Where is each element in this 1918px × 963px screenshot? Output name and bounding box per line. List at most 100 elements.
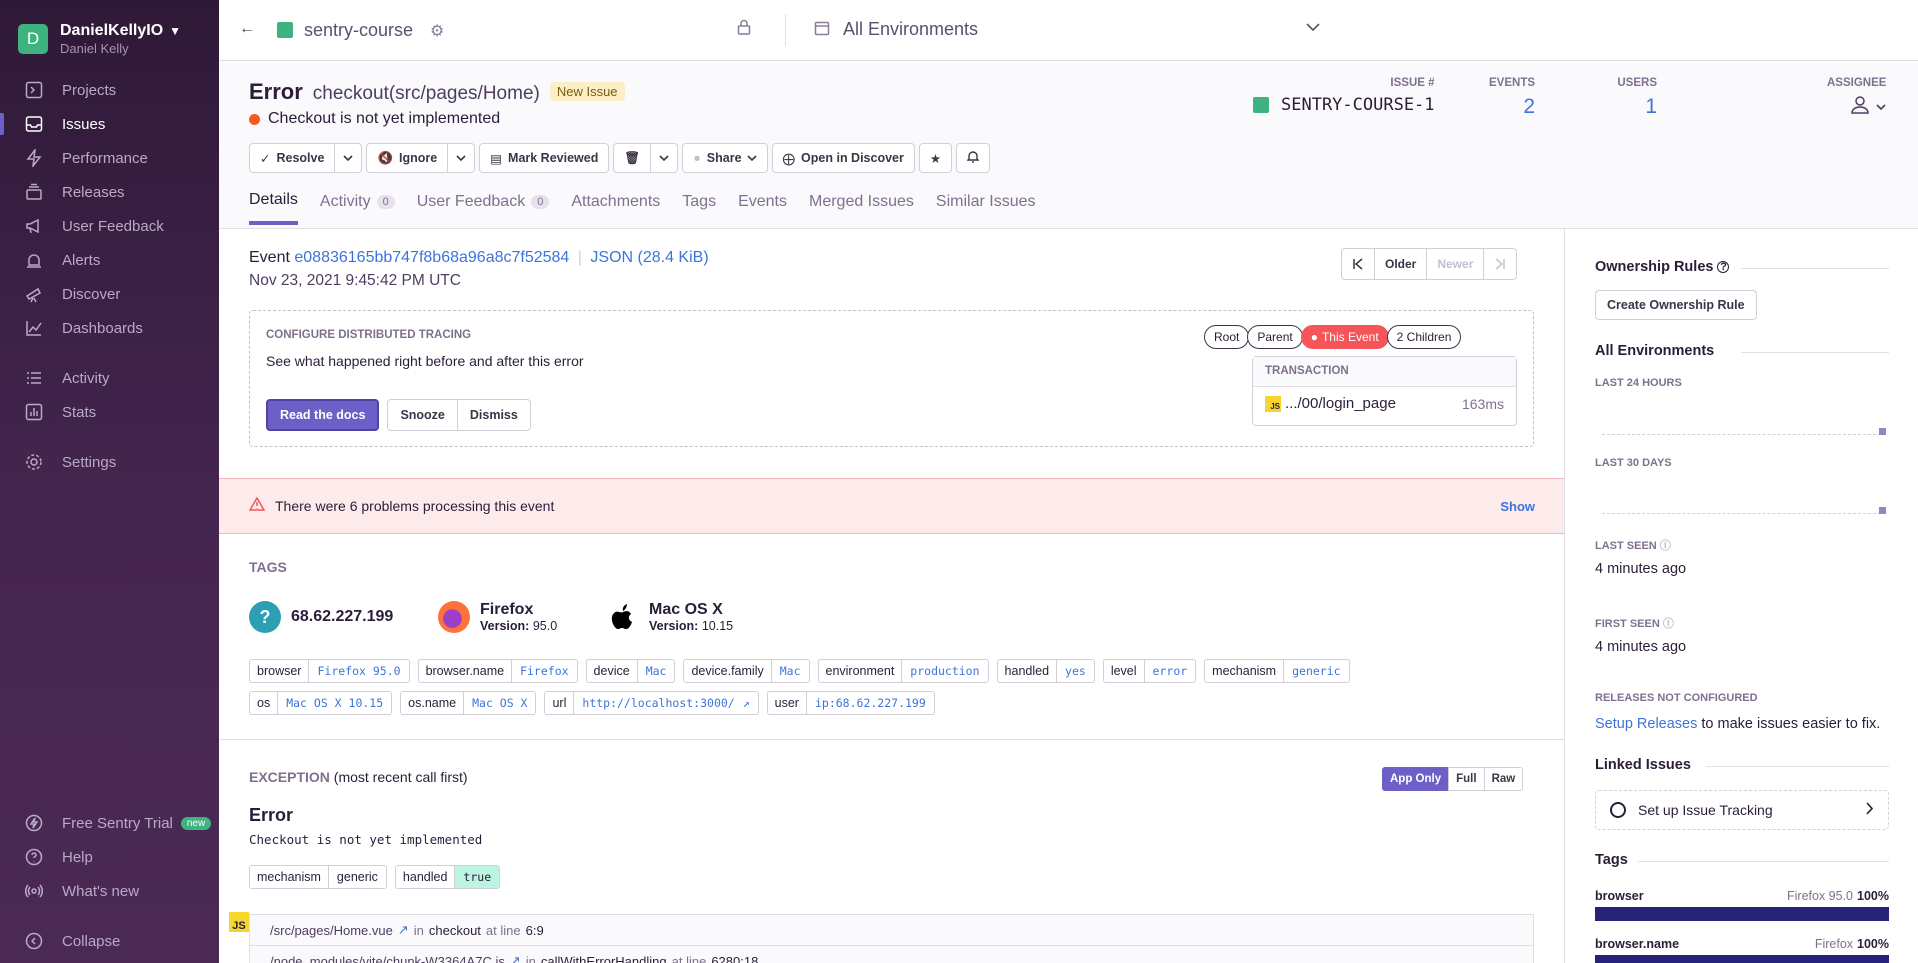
event-id-link[interactable]: e08836165bb747f8b68a96a8c7f52584 — [294, 249, 569, 266]
older-button[interactable]: Older — [1375, 249, 1428, 279]
sidebar-item-alerts[interactable]: Alerts — [0, 245, 219, 275]
project-name[interactable]: sentry-course — [304, 20, 413, 41]
tab-merged-issues[interactable]: Merged Issues — [809, 191, 914, 225]
tag-value[interactable]: Mac OS X 10.15 — [278, 692, 391, 714]
dismiss-button[interactable]: Dismiss — [457, 399, 531, 431]
tag-value[interactable]: yes — [1057, 660, 1094, 682]
tag-value[interactable]: Firefox 95.0 — [309, 660, 408, 682]
trace-root[interactable]: Root — [1204, 325, 1250, 349]
last-event-button[interactable] — [1484, 249, 1516, 279]
bookmark-button[interactable]: ★ — [918, 143, 953, 173]
events-count[interactable]: 2 — [1489, 95, 1535, 119]
issue-short-id[interactable]: SENTRY-COURSE-1 — [1281, 95, 1435, 115]
trace-children[interactable]: 2 Children — [1386, 325, 1462, 349]
stack-frame[interactable]: /node_modules/vite/chunk-W3364A7C.js ↗ i… — [250, 946, 1533, 963]
sidebar-collapse[interactable]: Collapse — [0, 926, 219, 956]
chevron-down-icon[interactable] — [1306, 20, 1320, 35]
tag-value[interactable]: Firefox — [512, 660, 576, 682]
resolve-button[interactable]: ✓ Resolve — [249, 143, 336, 173]
external-link-icon[interactable]: ↗ — [743, 692, 758, 714]
create-ownership-rule-button[interactable]: Create Ownership Rule — [1595, 290, 1757, 320]
environment-selector[interactable]: All Environments — [843, 19, 978, 40]
event-tag[interactable]: mechanism generic — [1204, 659, 1350, 683]
raw-toggle[interactable]: Raw — [1483, 767, 1524, 791]
event-tag[interactable]: level error — [1102, 659, 1197, 683]
ignore-dropdown[interactable] — [448, 143, 476, 173]
event-tag[interactable]: url http://localhost:3000/↗ — [544, 691, 759, 715]
external-link-icon[interactable]: ↗ — [398, 922, 409, 938]
event-tag[interactable]: handled yes — [996, 659, 1095, 683]
sidebar-item-projects[interactable]: Projects — [0, 75, 219, 105]
newer-button[interactable]: Newer — [1427, 249, 1485, 279]
tab-user-feedback[interactable]: User Feedback 0 — [417, 191, 550, 225]
tag-distribution-browser-name[interactable]: browser.name Firefox 100% — [1595, 937, 1889, 963]
sidebar-item-help[interactable]: Help — [0, 842, 219, 872]
tag-value[interactable]: ip:68.62.227.199 — [807, 692, 934, 714]
sidebar-item-trial[interactable]: Free Sentry Trial new — [0, 808, 219, 838]
tag-value[interactable]: Mac — [638, 660, 675, 682]
resolve-dropdown[interactable] — [335, 143, 363, 173]
tag-value[interactable]: error — [1145, 660, 1196, 682]
sidebar-item-performance[interactable]: Performance — [0, 143, 219, 173]
event-tag[interactable]: environment production — [817, 659, 989, 683]
tag-value[interactable]: Mac OS X — [464, 692, 535, 714]
event-tag[interactable]: browser.name Firefox — [417, 659, 578, 683]
snooze-button[interactable]: Snooze — [387, 399, 458, 431]
first-event-button[interactable] — [1342, 249, 1375, 279]
setup-releases-link[interactable]: Setup Releases — [1595, 716, 1697, 732]
read-docs-button[interactable]: Read the docs — [266, 399, 380, 431]
tab-details[interactable]: Details — [249, 191, 298, 225]
event-tag[interactable]: user ip:68.62.227.199 — [766, 691, 935, 715]
lock-icon[interactable] — [737, 19, 751, 38]
sidebar-item-settings[interactable]: Settings — [0, 447, 219, 477]
gear-icon[interactable]: ⚙ — [430, 21, 444, 41]
sidebar-item-discover[interactable]: Discover — [0, 279, 219, 309]
tag-value[interactable]: Mac — [772, 660, 809, 682]
external-link-icon[interactable]: ↗ — [510, 953, 521, 963]
stack-frame[interactable]: /src/pages/Home.vue ↗ in checkout at lin… — [250, 915, 1533, 946]
trace-this-event[interactable]: ● This Event — [1300, 325, 1389, 349]
event-tag[interactable]: os Mac OS X 10.15 — [249, 691, 393, 715]
sidebar-item-releases[interactable]: Releases — [0, 177, 219, 207]
tag-value[interactable]: generic — [1284, 660, 1348, 682]
sidebar-item-whats-new[interactable]: What's new — [0, 876, 219, 906]
sparkline-24h[interactable] — [1602, 434, 1881, 435]
transaction-card[interactable]: Transaction JS .../00/login_page 163ms — [1252, 356, 1517, 426]
full-toggle[interactable]: Full — [1448, 767, 1485, 791]
tag-value[interactable]: production — [902, 660, 987, 682]
tab-similar-issues[interactable]: Similar Issues — [936, 191, 1036, 225]
event-tag[interactable]: device Mac — [585, 659, 676, 683]
app-only-toggle[interactable]: App Only — [1382, 767, 1450, 791]
show-errors-button[interactable]: Show — [1500, 499, 1535, 514]
question-icon[interactable]: ⓘ — [1660, 540, 1671, 552]
assignee-selector[interactable] — [1827, 95, 1887, 118]
sidebar-item-user-feedback[interactable]: User Feedback — [0, 211, 219, 241]
sidebar-item-dashboards[interactable]: Dashboards — [0, 313, 219, 343]
tab-activity[interactable]: Activity 0 — [320, 191, 395, 225]
tab-attachments[interactable]: Attachments — [571, 191, 660, 225]
event-tag[interactable]: browser Firefox 95.0 — [249, 659, 410, 683]
open-in-discover-button[interactable]: ⨁ Open in Discover — [771, 143, 915, 173]
delete-dropdown[interactable] — [651, 143, 679, 173]
sidebar-item-stats[interactable]: Stats — [0, 397, 219, 427]
mark-reviewed-button[interactable]: ▤ Mark Reviewed — [479, 143, 610, 173]
question-icon[interactable]: ⓘ — [1663, 618, 1674, 630]
share-button[interactable]: ● Share — [682, 143, 768, 173]
setup-issue-tracking[interactable]: Set up Issue Tracking — [1595, 790, 1889, 830]
subscribe-button[interactable] — [956, 143, 991, 173]
ignore-button[interactable]: 🔇 Ignore — [366, 143, 449, 173]
trace-parent[interactable]: Parent — [1247, 325, 1303, 349]
org-switcher[interactable]: D DanielKellyIO ▼ Daniel Kelly — [18, 22, 181, 56]
question-icon[interactable]: ? — [1717, 261, 1730, 273]
back-arrow-icon[interactable]: ← — [239, 20, 255, 38]
sidebar-item-activity[interactable]: Activity — [0, 363, 219, 393]
sparkline-30d[interactable] — [1602, 513, 1881, 514]
tag-distribution-browser[interactable]: browser Firefox 95.0 100% — [1595, 889, 1889, 921]
users-count[interactable]: 1 — [1597, 95, 1657, 119]
event-tag[interactable]: device.family Mac — [683, 659, 810, 683]
tab-events[interactable]: Events — [738, 191, 787, 225]
event-json-link[interactable]: JSON (28.4 KiB) — [590, 249, 708, 266]
sidebar-item-issues[interactable]: Issues — [0, 109, 219, 139]
delete-button[interactable]: 🗑 — [613, 143, 652, 173]
event-tag[interactable]: os.name Mac OS X — [400, 691, 537, 715]
